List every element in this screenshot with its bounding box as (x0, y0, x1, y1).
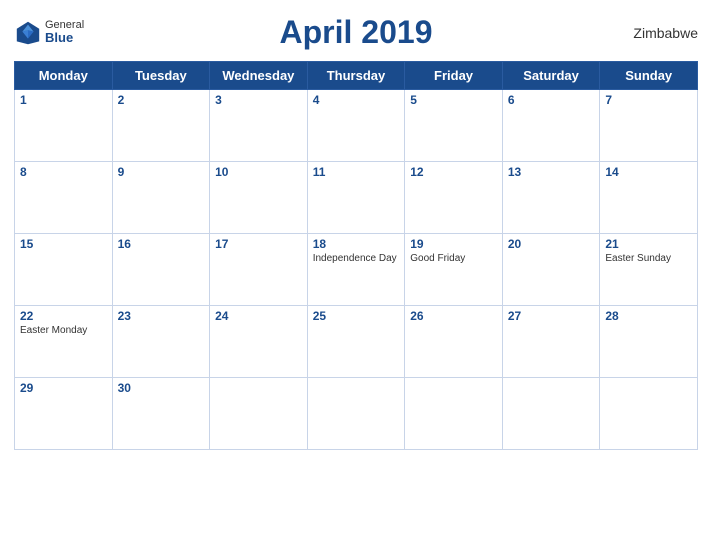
day-number-25: 25 (313, 309, 400, 323)
day-cell-12: 12 (405, 162, 503, 234)
day-cell-15: 15 (15, 234, 113, 306)
day-number-5: 5 (410, 93, 497, 107)
day-cell-29: 29 (15, 378, 113, 450)
day-number-27: 27 (508, 309, 595, 323)
day-number-17: 17 (215, 237, 302, 251)
header-tuesday: Tuesday (112, 62, 210, 90)
day-cell-24: 24 (210, 306, 308, 378)
calendar-grid: Monday Tuesday Wednesday Thursday Friday… (14, 61, 698, 450)
day-cell-empty (405, 378, 503, 450)
day-number-30: 30 (118, 381, 205, 395)
week-row-1: 1234567 (15, 90, 698, 162)
day-number-4: 4 (313, 93, 400, 107)
header-saturday: Saturday (502, 62, 600, 90)
holiday-label: Independence Day (313, 253, 400, 264)
day-number-24: 24 (215, 309, 302, 323)
day-cell-empty (210, 378, 308, 450)
calendar-container: General Blue April 2019 Zimbabwe Monday … (0, 0, 712, 550)
logo-text: General Blue (45, 19, 84, 45)
day-number-8: 8 (20, 165, 107, 179)
day-cell-2: 2 (112, 90, 210, 162)
day-number-16: 16 (118, 237, 205, 251)
day-cell-11: 11 (307, 162, 405, 234)
day-cell-21: 21 Easter Sunday (600, 234, 698, 306)
day-number-13: 13 (508, 165, 595, 179)
holiday-label: Easter Monday (20, 325, 107, 336)
day-number-18: 18 (313, 237, 400, 251)
day-cell-16: 16 (112, 234, 210, 306)
day-number-12: 12 (410, 165, 497, 179)
header-monday: Monday (15, 62, 113, 90)
day-cell-28: 28 (600, 306, 698, 378)
logo-area: General Blue (14, 19, 84, 47)
day-cell-4: 4 (307, 90, 405, 162)
day-number-21: 21 (605, 237, 692, 251)
day-cell-7: 7 (600, 90, 698, 162)
day-cell-empty (502, 378, 600, 450)
calendar-header: General Blue April 2019 Zimbabwe (14, 10, 698, 55)
header-wednesday: Wednesday (210, 62, 308, 90)
day-cell-8: 8 (15, 162, 113, 234)
day-number-6: 6 (508, 93, 595, 107)
calendar-body: 123456789101112131415161718Independence … (15, 90, 698, 450)
day-cell-30: 30 (112, 378, 210, 450)
day-cell-27: 27 (502, 306, 600, 378)
day-number-20: 20 (508, 237, 595, 251)
day-cell-6: 6 (502, 90, 600, 162)
day-cell-23: 23 (112, 306, 210, 378)
header-thursday: Thursday (307, 62, 405, 90)
holiday-label: Good Friday (410, 253, 497, 264)
day-number-19: 19 (410, 237, 497, 251)
day-cell-22: 22 Easter Monday (15, 306, 113, 378)
day-number-28: 28 (605, 309, 692, 323)
header-friday: Friday (405, 62, 503, 90)
day-number-23: 23 (118, 309, 205, 323)
day-cell-19: 19 Good Friday (405, 234, 503, 306)
week-row-5: 29 30 (15, 378, 698, 450)
week-row-2: 89 10 11 12 13 14 (15, 162, 698, 234)
holiday-label: Easter Sunday (605, 253, 692, 264)
day-number-1: 1 (20, 93, 107, 107)
day-cell-17: 17 (210, 234, 308, 306)
week-row-4: 22 Easter Monday 23 24 25 26 27 28 (15, 306, 698, 378)
day-cell-18: 18 Independence Day (307, 234, 405, 306)
day-number-7: 7 (605, 93, 692, 107)
day-cell-25: 25 (307, 306, 405, 378)
day-number-29: 29 (20, 381, 107, 395)
calendar-title: April 2019 (280, 14, 433, 51)
day-number-3: 3 (215, 93, 302, 107)
day-cell-14: 14 (600, 162, 698, 234)
day-cell-empty (307, 378, 405, 450)
day-number-26: 26 (410, 309, 497, 323)
day-cell-3: 3 (210, 90, 308, 162)
day-number-10: 10 (215, 165, 302, 179)
day-cell-1: 1 (15, 90, 113, 162)
day-number-11: 11 (313, 165, 400, 179)
day-cell-9: 9 (112, 162, 210, 234)
header-sunday: Sunday (600, 62, 698, 90)
country-name: Zimbabwe (633, 25, 698, 41)
logo-blue: Blue (45, 31, 84, 45)
day-number-2: 2 (118, 93, 205, 107)
day-cell-empty (600, 378, 698, 450)
day-cell-10: 10 (210, 162, 308, 234)
day-cell-26: 26 (405, 306, 503, 378)
day-cell-20: 20 (502, 234, 600, 306)
day-cell-5: 5 (405, 90, 503, 162)
weekday-header-row: Monday Tuesday Wednesday Thursday Friday… (15, 62, 698, 90)
week-row-3: 15 16 17 18 Independence Day 19 Good Friday 20 2… (15, 234, 698, 306)
logo-icon (14, 19, 42, 47)
day-number-9: 9 (118, 165, 205, 179)
day-number-15: 15 (20, 237, 107, 251)
day-number-22: 22 (20, 309, 107, 323)
day-number-14: 14 (605, 165, 692, 179)
day-cell-13: 13 (502, 162, 600, 234)
